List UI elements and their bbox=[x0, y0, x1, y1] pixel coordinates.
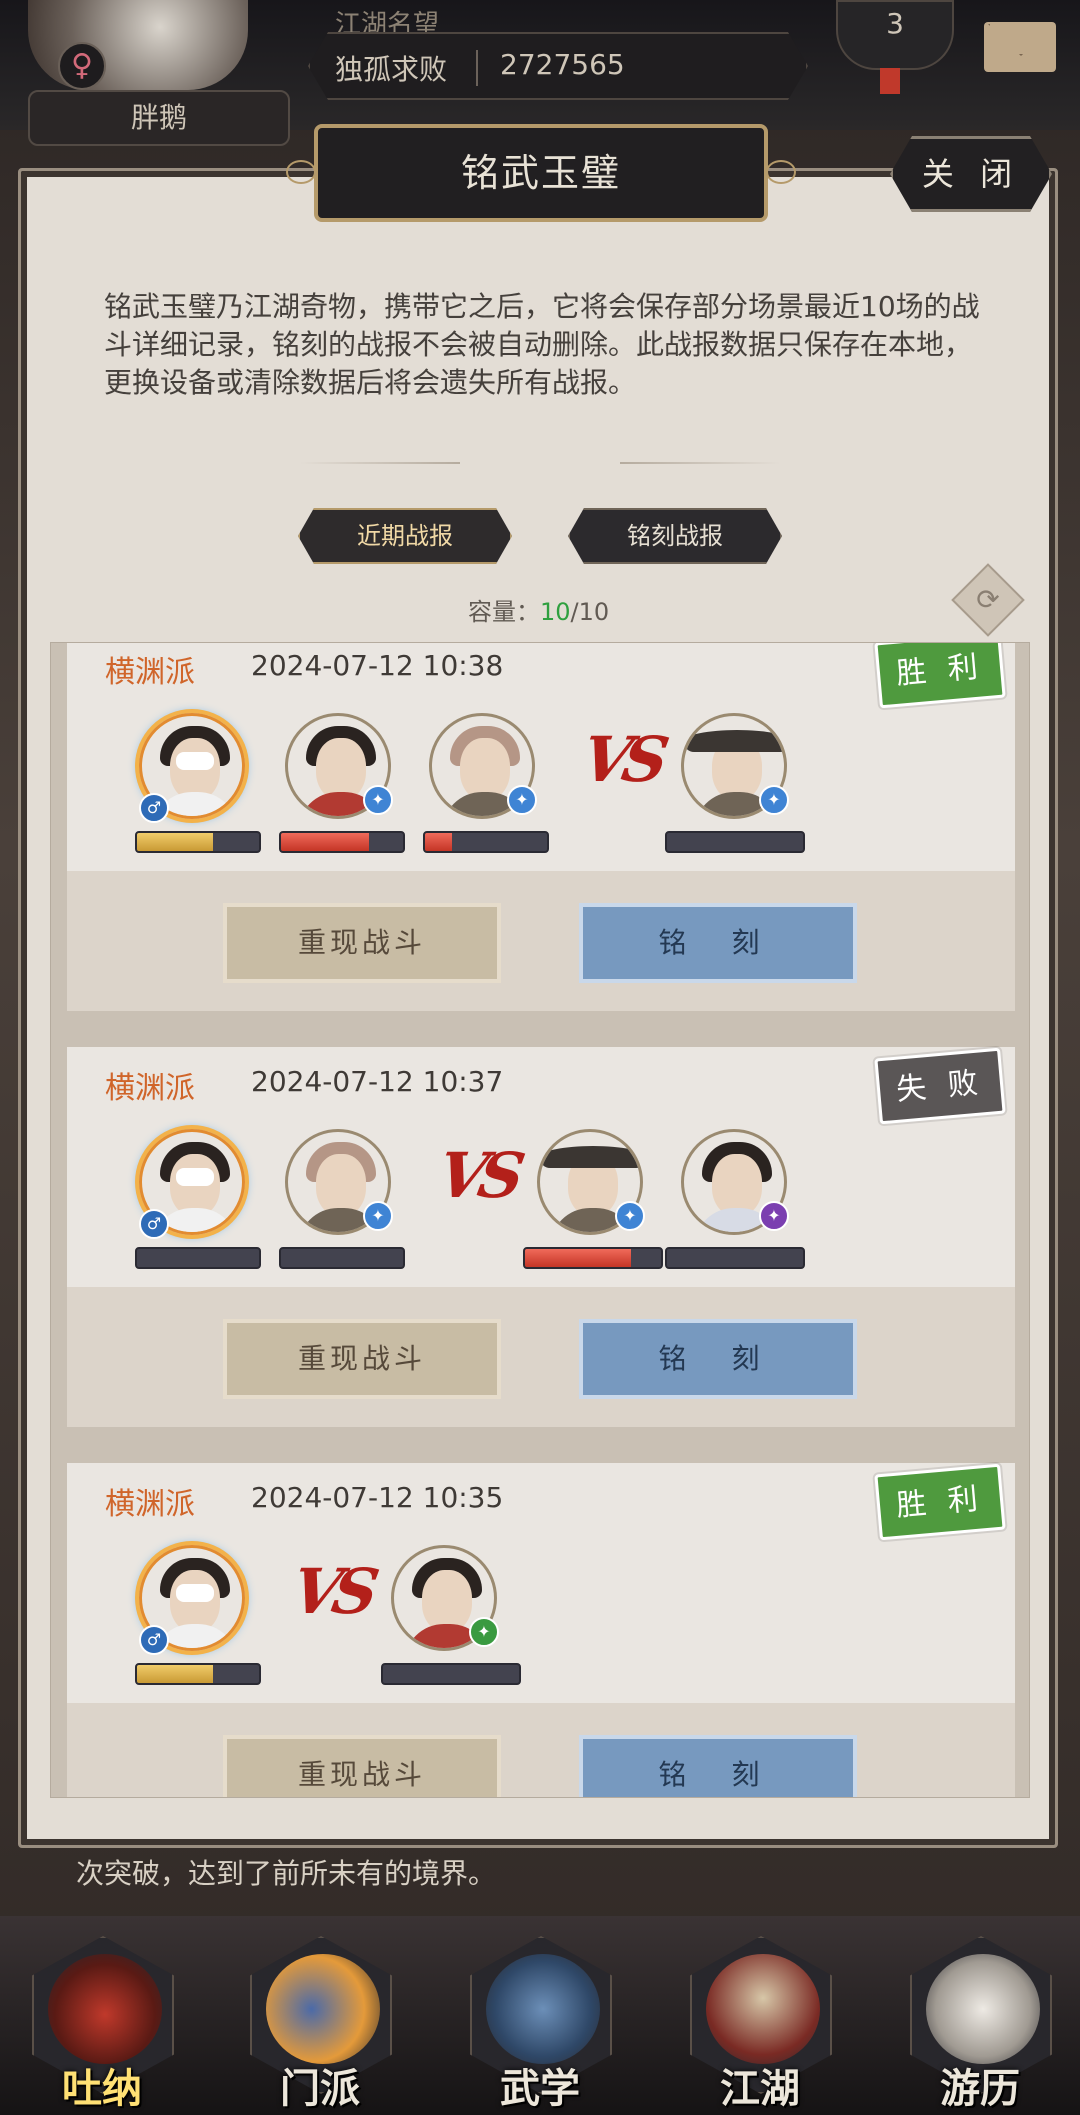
enemy-hp-bar bbox=[381, 1663, 521, 1685]
dialog-title: 铭武玉璧 bbox=[314, 124, 768, 222]
record-time: 2024-07-12 10:38 bbox=[251, 649, 504, 682]
refresh-icon: ⟳ bbox=[976, 583, 1000, 616]
sect-name: 横渊派 bbox=[105, 1071, 195, 1106]
ally-hp-bar bbox=[135, 831, 261, 853]
hp-fill bbox=[525, 1249, 632, 1267]
female-symbol-icon: ♀ bbox=[58, 42, 106, 90]
result-badge: 胜 利 bbox=[874, 643, 1006, 709]
nav-label-jianghu: 江湖 bbox=[720, 2065, 800, 2112]
hp-fill bbox=[137, 833, 213, 851]
story-text: 次突破，达到了前所未有的境界。 bbox=[76, 1857, 497, 1890]
nav-label-martial-arts: 武学 bbox=[500, 2065, 580, 2112]
bamboo-hat-icon bbox=[706, 1954, 820, 2064]
vs-mark: VS bbox=[286, 1555, 377, 1628]
scroll-books-icon bbox=[486, 1954, 600, 2064]
sect-banner-icon bbox=[266, 1954, 380, 2064]
battle-record: 横渊派 2024-07-12 10:38 胜 利 ♂ ✦ ✦ VS ✦ 重现战斗… bbox=[67, 643, 1015, 1023]
mail-icon[interactable] bbox=[984, 22, 1056, 72]
water-element-icon: ✦ bbox=[363, 1201, 393, 1231]
wood-element-icon: ✦ bbox=[469, 1617, 499, 1647]
record-summary: 横渊派 2024-07-12 10:37 失 败 ♂ ✦ VS ✦ ✦ bbox=[67, 1047, 1015, 1287]
record-summary: 横渊派 2024-07-12 10:38 胜 利 ♂ ✦ ✦ VS ✦ bbox=[67, 643, 1015, 871]
divider-left bbox=[300, 462, 460, 464]
record-actions: 重现战斗 铭 刻 bbox=[67, 1703, 1015, 1797]
replay-battle-button[interactable]: 重现战斗 bbox=[223, 903, 501, 983]
title-ornament-left bbox=[286, 160, 316, 184]
water-element-icon: ✦ bbox=[759, 785, 789, 815]
nav-label-breathe: 吐纳 bbox=[62, 2065, 142, 2112]
water-element-icon: ✦ bbox=[615, 1201, 645, 1231]
engrave-button[interactable]: 铭 刻 bbox=[579, 1735, 857, 1797]
ally-hp-bar bbox=[279, 1247, 405, 1269]
water-element-icon: ✦ bbox=[363, 785, 393, 815]
enemy-hp-bar bbox=[665, 1247, 805, 1269]
divider-right bbox=[620, 462, 780, 464]
ally-hp-bar bbox=[423, 831, 549, 853]
tab-engraved-reports[interactable]: 铭刻战报 bbox=[568, 508, 782, 564]
ally-hp-bar bbox=[135, 1663, 261, 1685]
battle-record: 横渊派 2024-07-12 10:35 胜 利 ♂ VS ✦ 重现战斗 铭 刻 bbox=[67, 1463, 1015, 1797]
title-ornament-right bbox=[766, 160, 796, 184]
meditating-figure-icon bbox=[48, 1954, 162, 2064]
tab-recent-reports[interactable]: 近期战报 bbox=[298, 508, 512, 564]
battle-record-list[interactable]: 横渊派 2024-07-12 10:38 胜 利 ♂ ✦ ✦ VS ✦ 重现战斗… bbox=[50, 642, 1030, 1798]
enemy-hp-bar bbox=[523, 1247, 663, 1269]
vs-mark: VS bbox=[432, 1139, 523, 1212]
sect-name: 横渊派 bbox=[105, 1487, 195, 1522]
male-symbol-icon: ♂ bbox=[139, 1209, 169, 1239]
hp-fill bbox=[425, 833, 452, 851]
hp-fill bbox=[137, 1665, 213, 1683]
engrave-button[interactable]: 铭 刻 bbox=[579, 903, 857, 983]
record-actions: 重现战斗 铭 刻 bbox=[67, 871, 1015, 1011]
replay-battle-button[interactable]: 重现战斗 bbox=[223, 1735, 501, 1797]
capacity-total: /10 bbox=[570, 598, 610, 626]
male-symbol-icon: ♂ bbox=[139, 793, 169, 823]
player-name[interactable]: 胖鹅 bbox=[28, 90, 290, 146]
record-time: 2024-07-12 10:37 bbox=[251, 1065, 504, 1098]
battle-record: 横渊派 2024-07-12 10:37 失 败 ♂ ✦ VS ✦ ✦ 重现战斗… bbox=[67, 1047, 1015, 1439]
rank-badge[interactable]: 3 bbox=[836, 0, 954, 70]
water-element-icon: ✦ bbox=[507, 785, 537, 815]
result-badge: 胜 利 bbox=[874, 1463, 1006, 1541]
fame-value: 2727565 bbox=[500, 48, 625, 81]
vs-mark: VS bbox=[576, 723, 667, 796]
result-badge: 失 败 bbox=[874, 1047, 1006, 1125]
ally-hp-bar bbox=[135, 1247, 261, 1269]
poison-element-icon: ✦ bbox=[759, 1201, 789, 1231]
capacity: 容量：10/10 bbox=[468, 592, 609, 627]
enemy-hp-bar bbox=[665, 831, 805, 853]
fame-title: 独孤求败 bbox=[335, 53, 448, 86]
hp-fill bbox=[281, 833, 369, 851]
record-summary: 横渊派 2024-07-12 10:35 胜 利 ♂ VS ✦ bbox=[67, 1463, 1015, 1703]
male-symbol-icon: ♂ bbox=[139, 1625, 169, 1655]
white-horse-icon bbox=[926, 1954, 1040, 2064]
capacity-label: 容量： bbox=[468, 598, 540, 626]
dialog-description: 铭武玉璧乃江湖奇物，携带它之后，它将会保存部分场景最近10场的战斗详细记录，铭刻… bbox=[104, 290, 980, 399]
engrave-button[interactable]: 铭 刻 bbox=[579, 1319, 857, 1399]
replay-battle-button[interactable]: 重现战斗 bbox=[223, 1319, 501, 1399]
ally-hp-bar bbox=[279, 831, 405, 853]
app-root: { "header": { "player_name": "胖鹅", "fame… bbox=[0, 0, 1080, 2115]
close-button[interactable]: 关 闭 bbox=[890, 136, 1052, 212]
rank-tassel bbox=[880, 68, 900, 94]
nav-label-sect: 门派 bbox=[280, 2065, 360, 2112]
fame-divider bbox=[476, 50, 478, 86]
record-actions: 重现战斗 铭 刻 bbox=[67, 1287, 1015, 1427]
top-bar: ♀ 胖鹅 江湖名望 独孤求败 2727565 3 bbox=[0, 0, 1080, 146]
nav-label-travel: 游历 bbox=[940, 2065, 1020, 2112]
capacity-used: 10 bbox=[540, 598, 571, 626]
record-time: 2024-07-12 10:35 bbox=[251, 1481, 504, 1514]
sect-name: 横渊派 bbox=[105, 655, 195, 690]
